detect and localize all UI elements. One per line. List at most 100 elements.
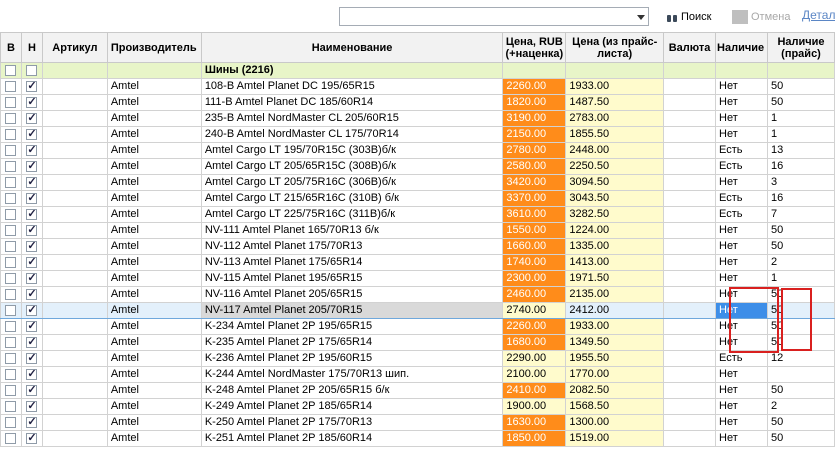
price-list-cell[interactable]: 1335.00	[565, 238, 665, 255]
manufacturer-cell[interactable]: Amtel	[106, 350, 202, 367]
article-cell[interactable]	[41, 110, 108, 127]
price-cell[interactable]: 2260.00	[502, 318, 567, 335]
price-list-cell[interactable]: 1955.50	[565, 350, 665, 367]
availability-cell[interactable]: Нет	[715, 110, 769, 127]
cancel-button[interactable]: Отмена	[732, 9, 790, 25]
availability-cell[interactable]: Есть	[715, 350, 769, 367]
price-cell[interactable]: 1820.00	[502, 94, 567, 111]
availability-cell[interactable]: Нет	[715, 286, 769, 303]
col-header-name[interactable]: Наименование	[200, 32, 504, 63]
manufacturer-cell[interactable]: Amtel	[106, 398, 202, 415]
n-checkbox-cell[interactable]	[20, 142, 43, 159]
availability-cell[interactable]: Нет	[715, 270, 769, 287]
price-cell[interactable]: 1660.00	[502, 238, 567, 255]
price-list-cell[interactable]: 1413.00	[565, 254, 665, 271]
manufacturer-cell[interactable]: Amtel	[106, 174, 202, 191]
name-cell[interactable]: K-249 Amtel Planet 2P 185/65R14	[200, 398, 504, 415]
price-cell[interactable]: 1680.00	[502, 334, 567, 351]
checkbox[interactable]	[26, 368, 38, 382]
table-row[interactable]: AmtelNV-111 Amtel Planet 165/70R13 б/к15…	[0, 222, 835, 239]
checkbox[interactable]	[26, 416, 38, 430]
table-row[interactable]: Amtel235-B Amtel NordMaster CL 205/60R15…	[0, 110, 835, 127]
n-checkbox-cell[interactable]	[20, 190, 43, 207]
b-checkbox-cell[interactable]	[0, 110, 22, 127]
table-row[interactable]: AmtelK-249 Amtel Planet 2P 185/65R141900…	[0, 398, 835, 415]
name-cell[interactable]: NV-112 Amtel Planet 175/70R13	[200, 238, 504, 255]
name-cell[interactable]: 111-B Amtel Planet DC 185/60R14	[200, 94, 504, 111]
article-cell[interactable]	[41, 366, 108, 383]
n-checkbox-cell[interactable]	[20, 366, 43, 383]
n-checkbox-cell[interactable]	[20, 174, 43, 191]
manufacturer-cell[interactable]: Amtel	[106, 382, 202, 399]
checkbox[interactable]	[26, 432, 38, 446]
checkbox[interactable]	[26, 336, 38, 350]
price-list-cell[interactable]: 2135.00	[565, 286, 665, 303]
table-row[interactable]: AmtelAmtel Cargo LT 215/65R16C (310B) б/…	[0, 190, 835, 207]
price-list-cell[interactable]: 1855.50	[565, 126, 665, 143]
search-button[interactable]: Поиск	[667, 9, 711, 25]
b-checkbox-cell[interactable]	[0, 286, 22, 303]
availability-cell[interactable]: Нет	[715, 302, 769, 319]
table-row[interactable]: Amtel108-B Amtel Planet DC 195/65R152260…	[0, 78, 835, 95]
name-cell[interactable]: K-248 Amtel Planet 2P 205/65R15 б/к	[200, 382, 504, 399]
n-checkbox-cell[interactable]	[20, 318, 43, 335]
n-checkbox-cell[interactable]	[20, 382, 43, 399]
checkbox[interactable]	[5, 304, 17, 316]
manufacturer-cell[interactable]: Amtel	[106, 334, 202, 351]
availability-list-cell[interactable]: 50	[767, 302, 835, 319]
price-list-cell[interactable]: 2082.50	[565, 382, 665, 399]
price-cell[interactable]: 2100.00	[502, 366, 567, 383]
article-cell[interactable]	[41, 238, 108, 255]
article-cell[interactable]	[41, 334, 108, 351]
availability-cell[interactable]: Нет	[715, 94, 769, 111]
checkbox[interactable]	[5, 208, 17, 220]
b-checkbox-cell[interactable]	[0, 126, 22, 143]
n-checkbox-cell[interactable]	[20, 110, 43, 127]
n-checkbox-cell[interactable]	[20, 398, 43, 415]
currency-cell[interactable]	[663, 318, 717, 335]
checkbox[interactable]	[26, 112, 38, 126]
availability-list-cell[interactable]: 2	[767, 254, 835, 271]
b-checkbox-cell[interactable]	[0, 142, 22, 159]
availability-list-cell[interactable]: 50	[767, 430, 835, 447]
currency-cell[interactable]	[663, 270, 717, 287]
price-list-cell[interactable]: 1487.50	[565, 94, 665, 111]
availability-cell[interactable]: Нет	[715, 174, 769, 191]
n-checkbox-cell[interactable]	[20, 414, 43, 431]
b-checkbox-cell[interactable]	[0, 398, 22, 415]
n-checkbox-cell[interactable]	[20, 126, 43, 143]
manufacturer-cell[interactable]: Amtel	[106, 366, 202, 383]
availability-list-cell[interactable]: 50	[767, 238, 835, 255]
table-row[interactable]: AmtelK-234 Amtel Planet 2P 195/65R152260…	[0, 318, 835, 335]
availability-cell[interactable]: Есть	[715, 158, 769, 175]
availability-list-cell[interactable]: 1	[767, 270, 835, 287]
price-list-cell[interactable]: 1349.50	[565, 334, 665, 351]
price-cell[interactable]: 3190.00	[502, 110, 567, 127]
table-row[interactable]: AmtelAmtel Cargo LT 205/65R15C (308B)б/к…	[0, 158, 835, 175]
currency-cell[interactable]	[663, 254, 717, 271]
b-checkbox-cell[interactable]	[0, 302, 22, 319]
price-list-cell[interactable]: 1300.00	[565, 414, 665, 431]
currency-cell[interactable]	[663, 174, 717, 191]
checkbox[interactable]	[26, 192, 38, 206]
checkbox[interactable]	[26, 176, 38, 190]
checkbox[interactable]	[26, 288, 38, 302]
table-row[interactable]: AmtelNV-112 Amtel Planet 175/70R131660.0…	[0, 238, 835, 255]
price-cell[interactable]: 1900.00	[502, 398, 567, 415]
table-row[interactable]: AmtelAmtel Cargo LT 195/70R15C (303B)б/к…	[0, 142, 835, 159]
manufacturer-cell[interactable]: Amtel	[106, 430, 202, 447]
currency-cell[interactable]	[663, 158, 717, 175]
availability-list-cell[interactable]: 50	[767, 286, 835, 303]
availability-list-cell[interactable]: 3	[767, 174, 835, 191]
currency-cell[interactable]	[663, 222, 717, 239]
price-cell[interactable]: 2580.00	[502, 158, 567, 175]
checkbox[interactable]	[5, 288, 17, 300]
b-checkbox-cell[interactable]	[0, 430, 22, 447]
b-checkbox-cell[interactable]	[0, 174, 22, 191]
table-row[interactable]: AmtelK-244 Amtel NordMaster 175/70R13 ши…	[0, 366, 835, 383]
checkbox[interactable]	[5, 176, 17, 188]
b-checkbox-cell[interactable]	[0, 238, 22, 255]
currency-cell[interactable]	[663, 142, 717, 159]
name-cell[interactable]: 108-B Amtel Planet DC 195/65R15	[200, 78, 504, 95]
table-row[interactable]: AmtelNV-113 Amtel Planet 175/65R141740.0…	[0, 254, 835, 271]
